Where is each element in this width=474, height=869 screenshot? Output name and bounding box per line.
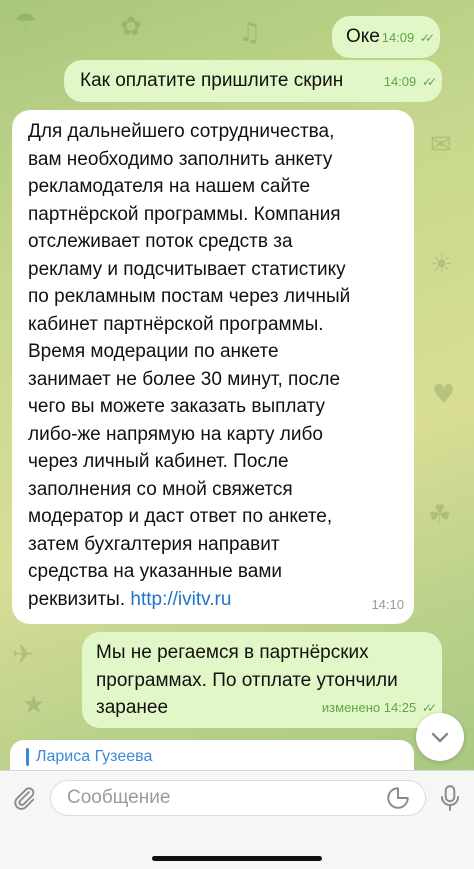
message-input[interactable] [50, 780, 426, 816]
sticker-button[interactable] [384, 784, 412, 812]
outgoing-message[interactable]: Как оплатите пришлите скрин 14:09 ✓✓ [64, 60, 442, 102]
message-line: по рекламным постам через личный [28, 286, 351, 307]
message-text: Как оплатите пришлите скрин [80, 70, 344, 91]
wallpaper-doodle-icon: ✈ [12, 640, 34, 670]
message-line: модератор и даст ответ по анкете, [28, 506, 333, 527]
message-line: рекламодателя на нашем сайте [28, 176, 311, 197]
wallpaper-doodle-icon: ♥ [432, 380, 456, 410]
message-line-last: реквизиты. http://ivitv.ru [28, 586, 350, 614]
reply-author: Лариса Гузеева [36, 748, 153, 765]
message-line: кабинет партнёрской программы. [28, 313, 324, 335]
message-text: Оке [346, 26, 380, 47]
message-line: Мы не регаемся в партнёрских [96, 642, 369, 663]
attach-button[interactable] [8, 782, 40, 814]
incoming-message[interactable]: Для дальнейшего сотрудничества, вам необ… [12, 110, 414, 624]
wallpaper-doodle-icon: ♫ [238, 18, 262, 48]
wallpaper-doodle-icon: ☘ [428, 500, 452, 530]
message-time: 14:10 [371, 596, 404, 612]
read-icon: ✓✓ [419, 30, 435, 45]
message-line: занимает не более 30 минут, после [28, 368, 341, 390]
message-time: 14:09 [383, 73, 417, 89]
message-line: реквизиты. [28, 588, 126, 610]
outgoing-message[interactable]: Оке 14:09 ✓✓ [332, 16, 440, 58]
wallpaper-doodle-icon: ☀ [430, 250, 454, 280]
read-icon: ✓✓ [421, 74, 437, 89]
message-line: рекламу и подсчитывает статистику [28, 258, 346, 280]
message-line: через личный кабинет. После [28, 451, 289, 472]
wallpaper-doodle-icon: ★ [22, 690, 46, 720]
message-link[interactable]: http://ivitv.ru [130, 589, 231, 610]
chevron-down-icon [431, 732, 449, 743]
message-line: Время модерации по анкете [28, 341, 279, 362]
message-time: изменено 14:25 [321, 699, 417, 715]
message-line: чего вы можете заказать выплату [28, 396, 326, 417]
message-line: средства на указанные вами [28, 561, 283, 582]
message-line: заполнения со мной свяжется [28, 478, 293, 500]
message-time: 14:09 [381, 29, 415, 45]
message-meta: 14:09 ✓✓ [383, 68, 437, 97]
message-line: отслеживает поток средств за [28, 231, 293, 252]
message-line: либо-же напрямую на карту либо [28, 423, 323, 445]
message-composer [0, 770, 474, 869]
message-meta: 14:09 ✓✓ [381, 24, 435, 53]
microphone-icon [440, 785, 460, 811]
message-line: Для дальнейшего сотрудничества, [28, 121, 335, 142]
sticker-icon [387, 787, 409, 809]
reply-accent-bar [26, 748, 29, 766]
paperclip-icon [14, 787, 35, 810]
message-meta: 14:10 [371, 591, 404, 619]
scroll-down-button[interactable] [416, 713, 464, 761]
message-line: затем бухгалтерия направит [28, 533, 280, 555]
wallpaper-doodle-icon: ✉ [430, 130, 452, 160]
chat-area[interactable]: ☂ ✿ ♫ ☕ ✉ ☀ ♥ ☘ ✈ ★ Оке 14:09 ✓✓ Как опл… [0, 0, 474, 740]
message-line: партнёрской программы. Компания [28, 203, 341, 225]
read-icon: ✓✓ [421, 700, 437, 715]
message-line: программах. По отплате утончили [96, 669, 398, 691]
voice-button[interactable] [434, 782, 466, 814]
wallpaper-doodle-icon: ☂ [14, 8, 38, 38]
message-line: вам необходимо заполнить анкету [28, 148, 333, 170]
message-body: Для дальнейшего сотрудничества, вам необ… [28, 118, 350, 613]
message-meta: изменено 14:25 ✓✓ [321, 694, 437, 723]
wallpaper-doodle-icon: ✿ [120, 12, 142, 42]
home-indicator [152, 856, 322, 861]
outgoing-message[interactable]: Мы не регаемся в партнёрских программах.… [82, 632, 442, 728]
reply-preview[interactable]: Лариса Гузеева [10, 740, 414, 770]
